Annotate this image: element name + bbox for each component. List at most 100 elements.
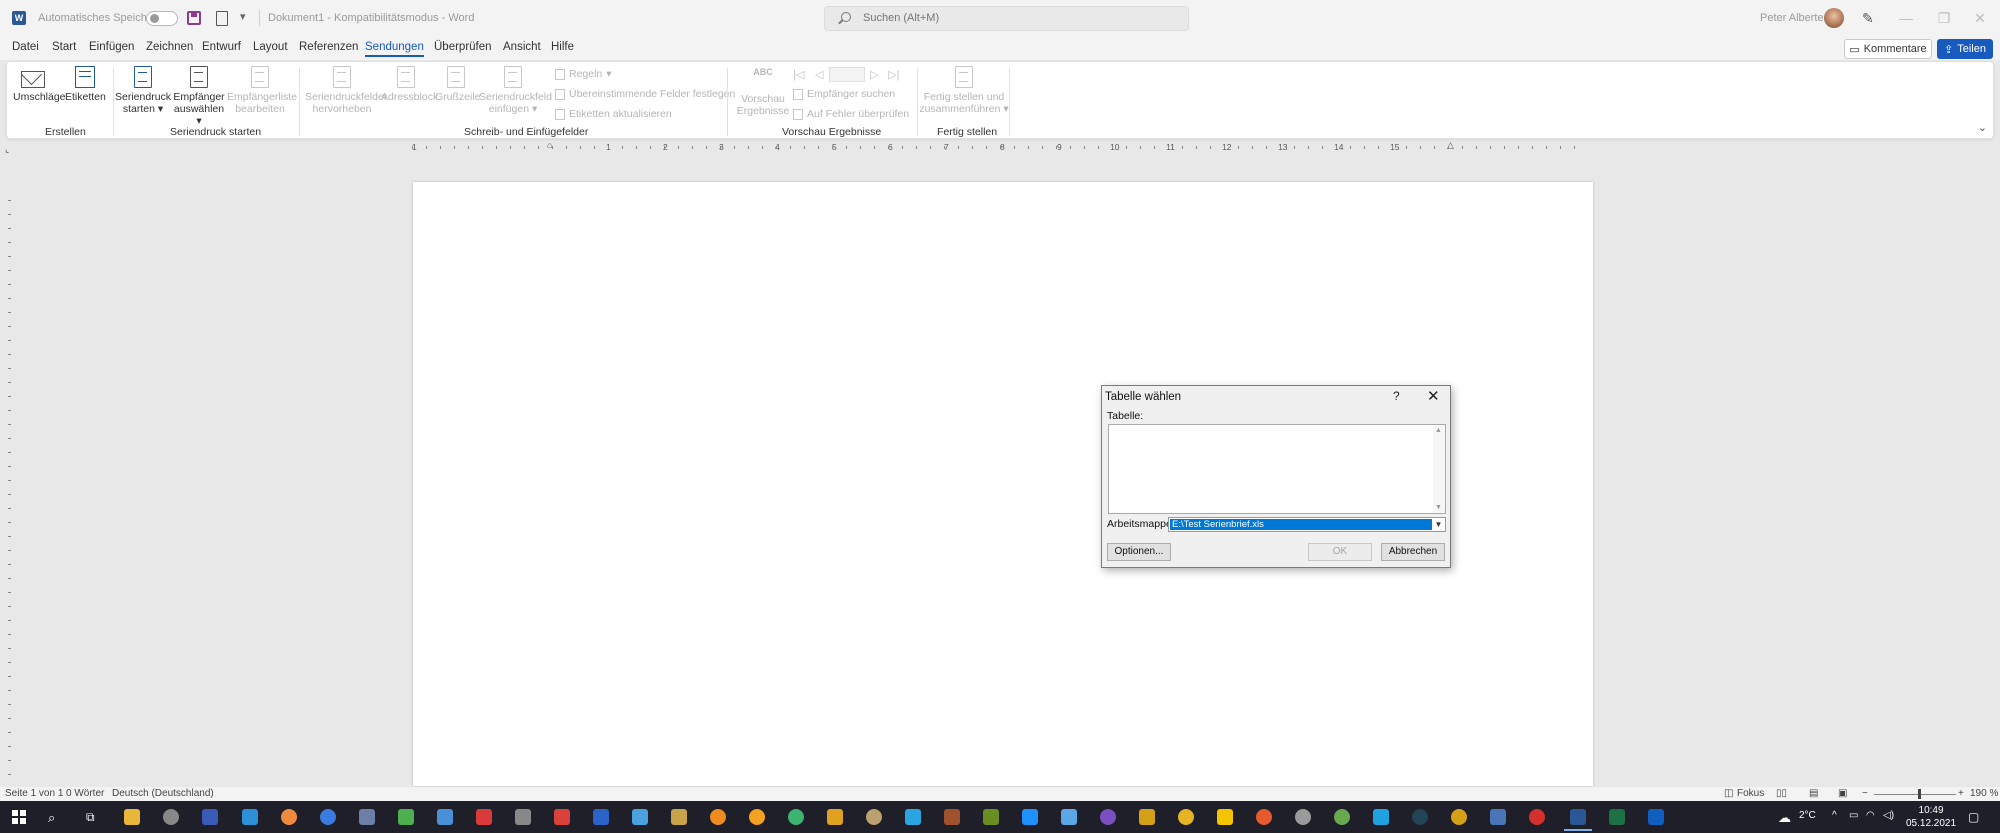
check-errors-button[interactable]: Auf Fehler überprüfen — [793, 108, 909, 120]
app-icon-printer[interactable] — [359, 809, 375, 825]
file-explorer-icon[interactable] — [124, 809, 140, 825]
app-icon-screen[interactable] — [242, 809, 258, 825]
help-icon[interactable]: ? — [1393, 389, 1400, 403]
search-input[interactable] — [863, 12, 1163, 24]
app-icon-emoji[interactable] — [1178, 809, 1194, 825]
table-list[interactable]: ▲ ▼ — [1108, 424, 1446, 514]
user-name[interactable]: Peter Alberter — [1760, 12, 1827, 24]
avatar[interactable] — [1824, 8, 1844, 28]
tab-einfuegen[interactable]: Einfügen — [89, 41, 134, 53]
network-icon[interactable]: ▭ — [1849, 810, 1858, 821]
language-indicator[interactable]: Deutsch (Deutschland) — [112, 788, 214, 799]
app-icon-dark[interactable] — [1412, 809, 1428, 825]
outlook-taskbar-icon[interactable] — [1648, 809, 1664, 825]
app-icon-circle[interactable] — [163, 809, 179, 825]
word-taskbar-icon[interactable] — [1564, 809, 1592, 831]
tab-stop-selector[interactable]: ⌞ — [5, 144, 9, 155]
weather-cloud-icon[interactable]: ☁ — [1778, 810, 1791, 826]
match-fields-button[interactable]: Übereinstimmende Felder festlegen — [555, 88, 735, 100]
firefox-icon[interactable] — [1256, 809, 1272, 825]
tab-zeichnen[interactable]: Zeichnen — [146, 41, 193, 53]
envelopes-button[interactable]: Umschläge — [13, 66, 66, 103]
scroll-up-icon[interactable]: ▲ — [1435, 427, 1442, 434]
close-icon[interactable]: ✕ — [1427, 387, 1440, 405]
highlight-fields-button[interactable]: Seriendruckfelder hervorheben — [305, 66, 387, 115]
app-icon-vlc[interactable] — [710, 809, 726, 825]
edit-recipient-list-button[interactable]: Empfängerliste bearbeiten — [227, 66, 297, 115]
app-icon-arrows[interactable] — [1022, 809, 1038, 825]
finish-merge-button[interactable]: Fertig stellen und zusammenführen ▾ — [919, 66, 1009, 115]
comments-button[interactable]: ▭ Kommentare — [1844, 39, 1932, 59]
print-layout-icon[interactable]: ▤ — [1809, 788, 1818, 799]
app-icon-v[interactable] — [905, 809, 921, 825]
customize-quick-access-icon[interactable]: ▾ — [240, 10, 246, 23]
temperature[interactable]: 2°C — [1799, 810, 1816, 821]
tab-ansicht[interactable]: Ansicht — [503, 41, 541, 53]
next-record-icon[interactable]: ▷ — [870, 68, 878, 81]
focus-icon[interactable]: ◫ — [1724, 788, 1733, 799]
zoom-slider[interactable] — [1874, 794, 1956, 795]
app-icon-compass-2[interactable] — [866, 809, 882, 825]
record-number-field[interactable] — [829, 67, 865, 82]
update-labels-button[interactable]: Etiketten aktualisieren — [555, 108, 672, 120]
start-mail-merge-button[interactable]: Seriendruck starten ▾ — [115, 66, 171, 115]
select-recipients-button[interactable]: Empfänger auswählen ▾ — [171, 66, 227, 127]
app-icon-blue[interactable] — [593, 809, 609, 825]
windows-start-icon[interactable] — [12, 810, 26, 824]
task-view-icon[interactable]: ⧉ — [86, 810, 95, 825]
zoom-out-icon[interactable]: − — [1862, 788, 1868, 799]
tab-datei[interactable]: Datei — [12, 41, 39, 53]
tab-referenzen[interactable]: Referenzen — [299, 41, 358, 53]
app-icon-gallery[interactable] — [671, 809, 687, 825]
tab-layout[interactable]: Layout — [253, 41, 288, 53]
zoom-in-icon[interactable]: + — [1958, 788, 1964, 799]
search-icon[interactable]: ⌕ — [48, 810, 55, 826]
zoom-level[interactable]: 190 % — [1970, 788, 1998, 799]
document-icon[interactable] — [216, 11, 228, 26]
autosave-toggle[interactable] — [146, 11, 178, 26]
restore-button[interactable]: ❐ — [1932, 8, 1956, 28]
app-icon-purple[interactable] — [1100, 809, 1116, 825]
workbook-select[interactable]: E:\Test Serienbrief.xls ▼ — [1168, 517, 1446, 532]
app-icon-bell[interactable] — [1139, 809, 1155, 825]
vertical-ruler[interactable] — [5, 200, 15, 780]
search-box[interactable] — [824, 6, 1189, 31]
first-record-icon[interactable]: |◁ — [793, 68, 804, 81]
minimize-button[interactable]: — — [1894, 8, 1918, 28]
app-icon-star[interactable] — [1217, 809, 1233, 825]
word-count[interactable]: 0 Wörter — [66, 788, 104, 799]
share-button[interactable]: ⇪ Teilen — [1937, 39, 1993, 59]
app-icon-red[interactable] — [1529, 809, 1545, 825]
find-recipient-button[interactable]: Empfänger suchen — [793, 88, 895, 100]
tab-sendungen[interactable]: Sendungen — [365, 41, 424, 57]
app-icon-orange[interactable] — [281, 809, 297, 825]
tab-start[interactable]: Start — [52, 41, 76, 53]
app-icon-audio[interactable] — [749, 809, 765, 825]
notifications-icon[interactable]: ▢ — [1968, 810, 1979, 824]
tab-ueberpruefen[interactable]: Überprüfen — [434, 41, 492, 53]
pen-icon[interactable]: ✎ — [1862, 10, 1878, 26]
tab-entwurf[interactable]: Entwurf — [202, 41, 241, 53]
options-button[interactable]: Optionen... — [1107, 543, 1171, 561]
app-icon-pen[interactable] — [554, 809, 570, 825]
rules-button[interactable]: Regeln ▾ — [555, 68, 612, 80]
app-icon-check[interactable] — [1334, 809, 1350, 825]
horizontal-ruler[interactable]: 1 1 2 3 4 5 6 7 8 9 10 11 12 13 14 15 ⌂ … — [412, 140, 1578, 154]
app-icon-signature[interactable] — [1061, 809, 1077, 825]
save-icon[interactable] — [187, 11, 201, 25]
app-icon-tools[interactable] — [515, 809, 531, 825]
insert-merge-field-button[interactable]: Seriendruckfeld einfügen ▾ — [479, 66, 552, 115]
app-icon-pdf[interactable] — [476, 809, 492, 825]
app-icon-sync[interactable] — [788, 809, 804, 825]
app-icon-books[interactable] — [944, 809, 960, 825]
app-icon-gold[interactable] — [1451, 809, 1467, 825]
app-icon-dropbox[interactable] — [1373, 809, 1389, 825]
close-button[interactable]: ✕ — [1968, 8, 1992, 28]
calculator-icon[interactable] — [1490, 809, 1506, 825]
collapse-ribbon-icon[interactable]: ⌄ — [1978, 121, 1987, 134]
chevron-down-icon[interactable]: ▼ — [1432, 518, 1445, 531]
tab-hilfe[interactable]: Hilfe — [551, 41, 574, 53]
wifi-icon[interactable]: ◠ — [1866, 810, 1875, 821]
volume-icon[interactable]: ◁) — [1883, 810, 1894, 821]
table-list-scrollbar[interactable]: ▲ ▼ — [1433, 425, 1445, 513]
